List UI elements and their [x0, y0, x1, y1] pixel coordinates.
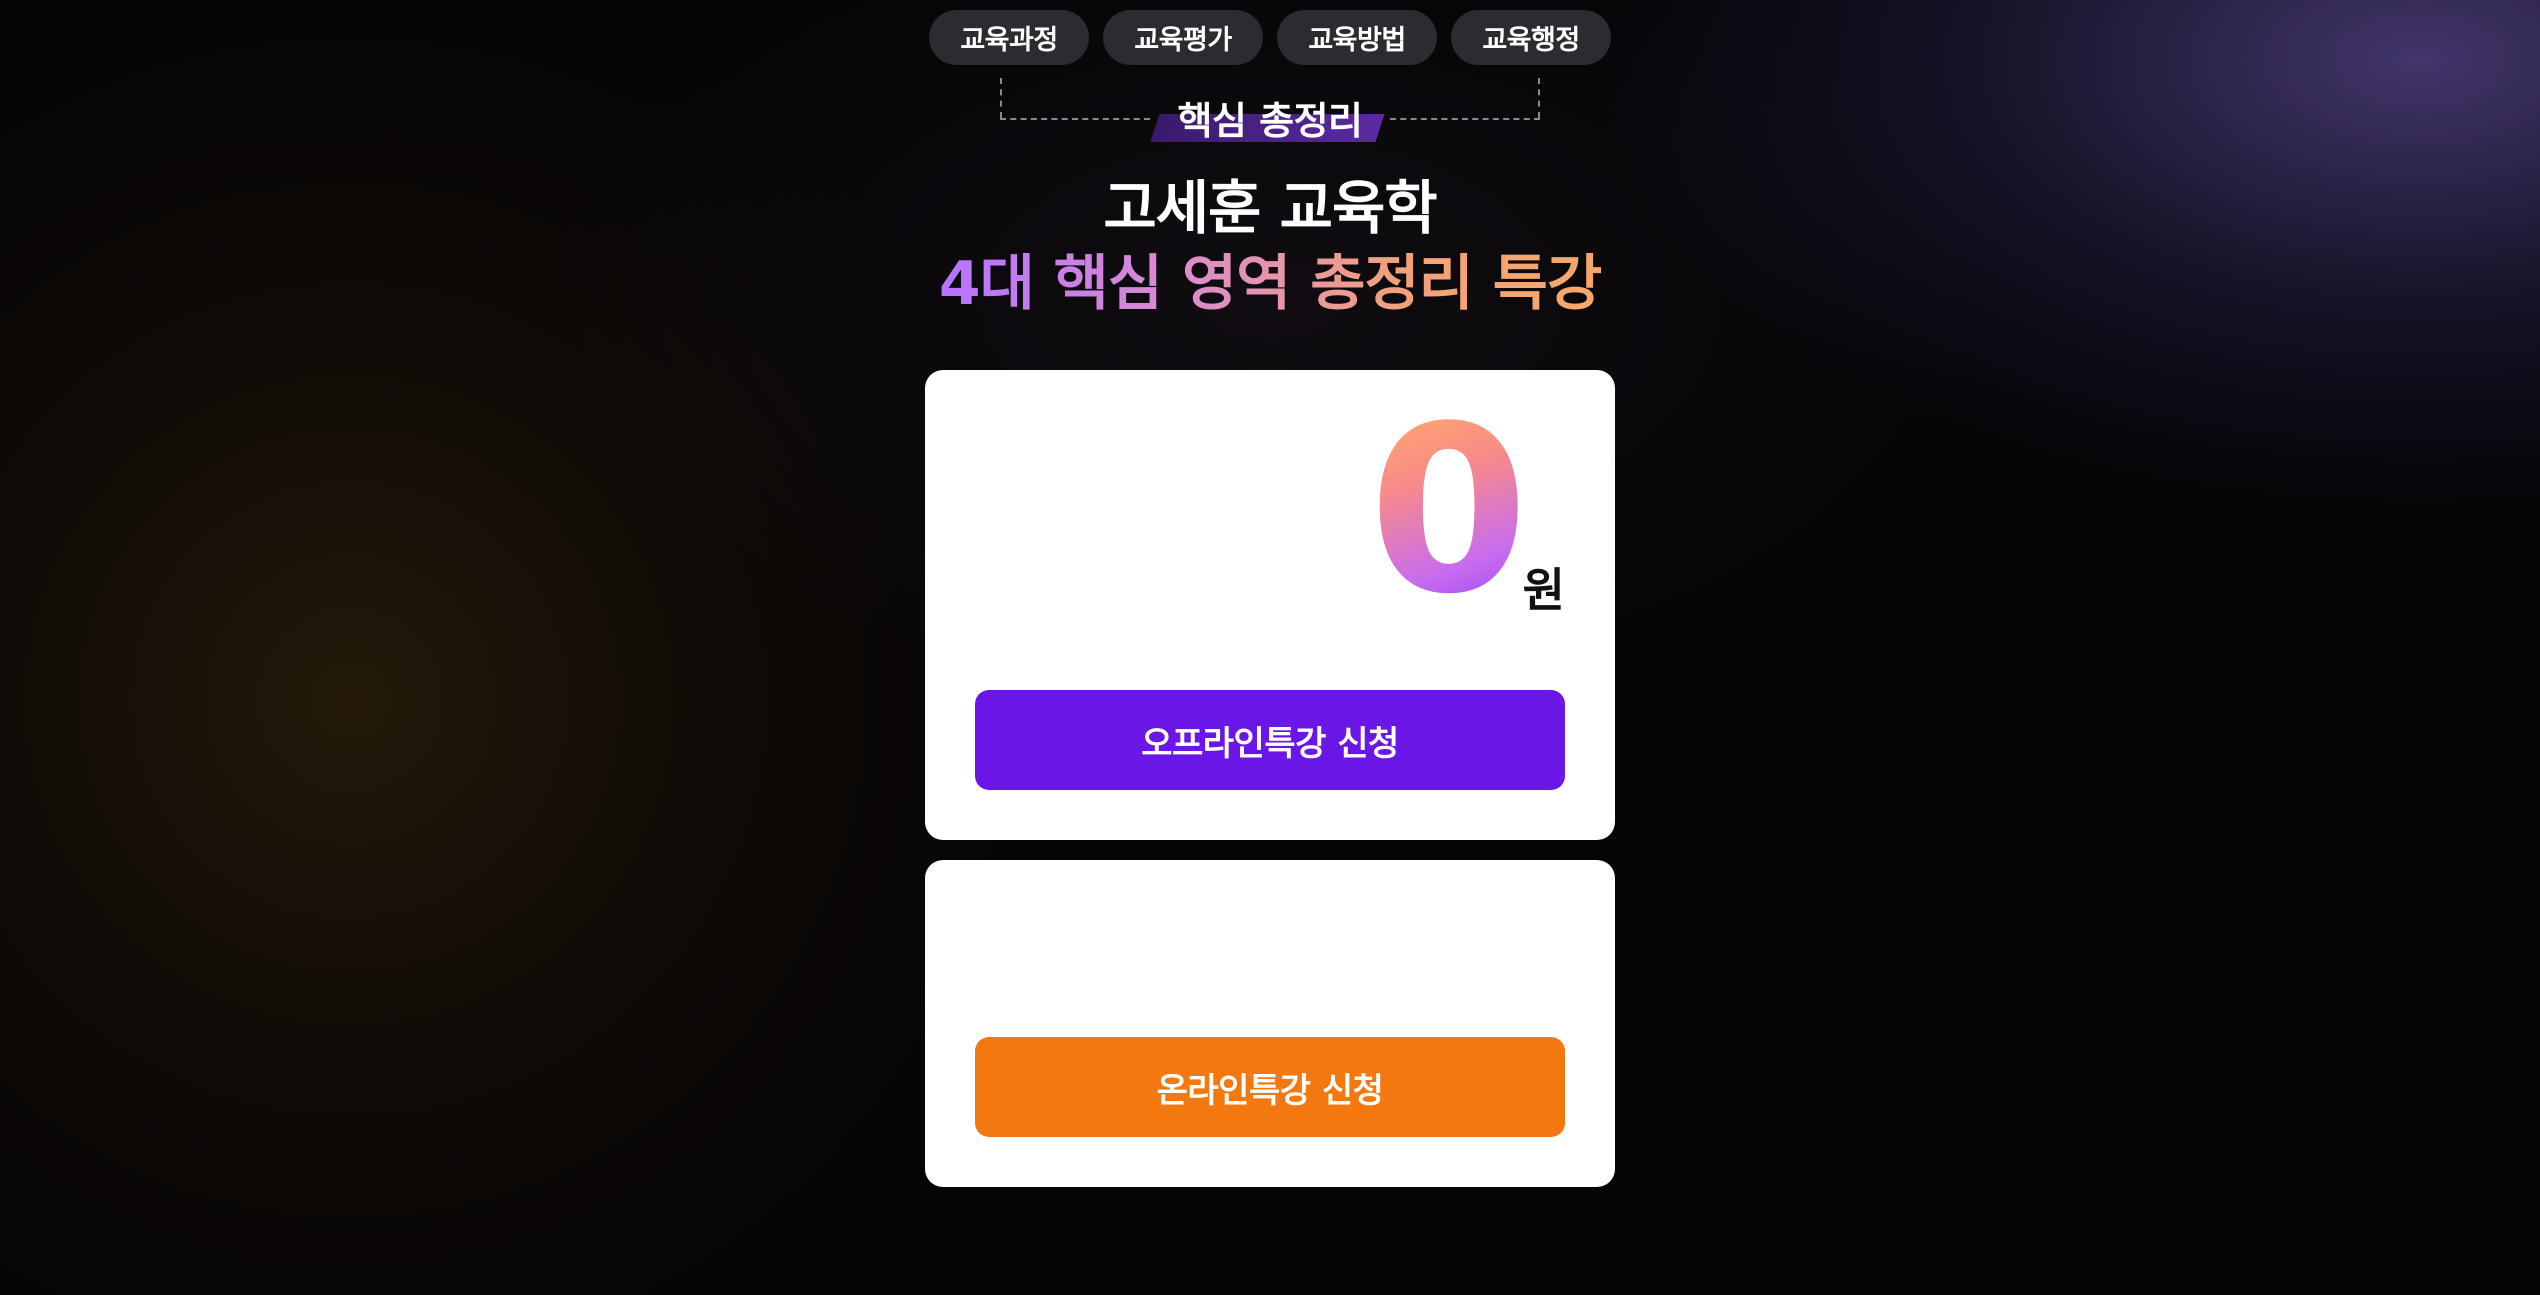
title-line-1: 고세훈 교육학	[1103, 174, 1437, 242]
price-unit: 원	[1522, 563, 1565, 617]
price-display: 0 원	[1369, 397, 1565, 640]
tab-administration[interactable]: 교육행정	[1451, 10, 1611, 65]
tag-bracket-right	[1538, 78, 1540, 118]
tab-evaluation[interactable]: 교육평가	[1103, 10, 1263, 65]
tab-method[interactable]: 교육방법	[1277, 10, 1437, 65]
page: 교육과정 교육평가 교육방법 교육행정 핵심 총정리 고세훈 교육학 4대 핵심…	[0, 0, 2540, 1295]
section-tag: 핵심 총정리	[1000, 78, 1540, 148]
price-value: 0	[1368, 378, 1529, 645]
title-line-2: 4대 핵심 영역 총정리 특강	[939, 246, 1602, 322]
zero-price-graphic: 0	[1369, 397, 1529, 640]
online-lecture-card: 온라인특강 신청	[925, 860, 1615, 1187]
page-title: 고세훈 교육학 4대 핵심 영역 총정리 특강	[0, 170, 2540, 322]
tab-curriculum[interactable]: 교육과정	[929, 10, 1089, 65]
online-apply-button[interactable]: 온라인특강 신청	[975, 1037, 1565, 1137]
category-tabs: 교육과정 교육평가 교육방법 교육행정	[929, 10, 1611, 65]
offline-apply-button[interactable]: 오프라인특강 신청	[975, 690, 1565, 790]
tag-divider-right	[1390, 118, 1540, 120]
offline-lecture-card: 0 원 오프라인특강 신청	[925, 370, 1615, 840]
tag-bracket-left	[1000, 78, 1002, 118]
tag-divider-left	[1000, 118, 1150, 120]
tag-label: 핵심 총정리	[1177, 99, 1363, 143]
